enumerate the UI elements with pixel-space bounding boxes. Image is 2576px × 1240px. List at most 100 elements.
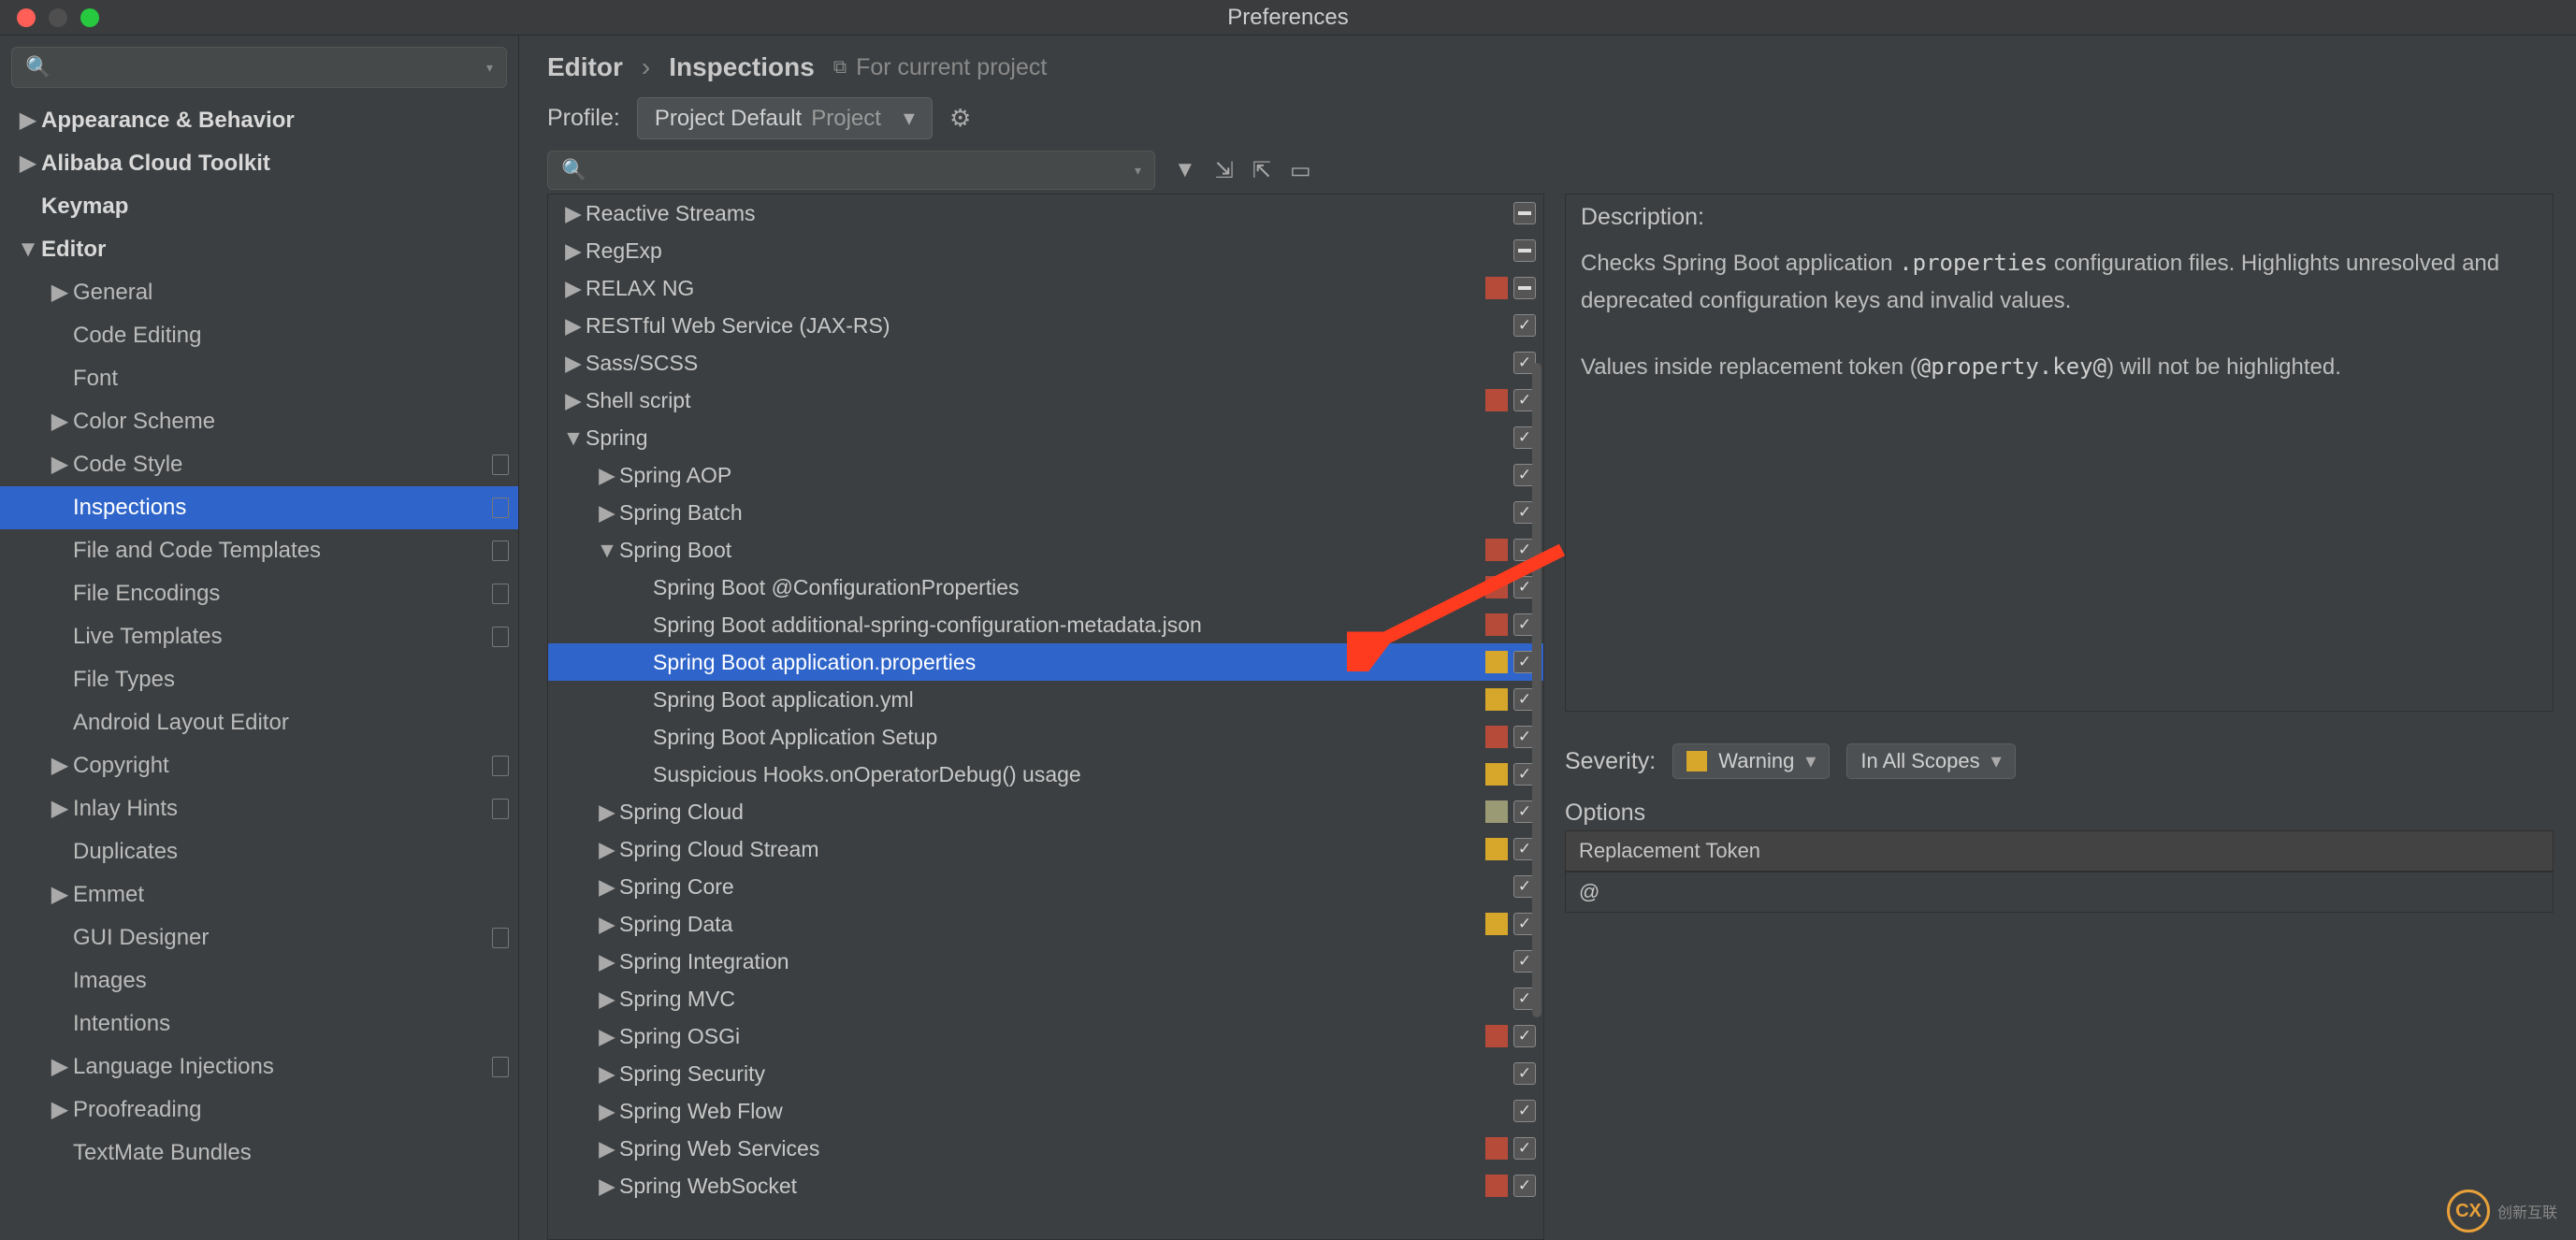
- inspection-item[interactable]: Spring Boot @ConfigurationProperties✓: [548, 569, 1543, 606]
- sidebar-item-file-and-code-templates[interactable]: File and Code Templates: [0, 529, 518, 572]
- checkbox-on[interactable]: ✓: [1513, 1175, 1536, 1197]
- sidebar-item-label: Intentions: [73, 1005, 509, 1043]
- inspection-item[interactable]: ▶RELAX NG: [548, 269, 1543, 307]
- inspection-item[interactable]: ▶Spring MVC✓: [548, 980, 1543, 1017]
- inspection-item[interactable]: ▶Spring Core✓: [548, 868, 1543, 905]
- filter-icon[interactable]: ▼: [1174, 157, 1196, 183]
- expand-arrow-icon: ▶: [595, 837, 619, 862]
- inspection-search[interactable]: 🔍 ▾: [547, 151, 1155, 190]
- minimize-window-button[interactable]: [49, 8, 67, 27]
- expand-all-icon[interactable]: ⇲: [1215, 157, 1234, 184]
- checkbox-on[interactable]: ✓: [1513, 1100, 1536, 1122]
- inspection-item[interactable]: ▶Spring Web Flow✓: [548, 1092, 1543, 1130]
- inspection-item[interactable]: ▶Spring Data✓: [548, 905, 1543, 943]
- sidebar-item-editor[interactable]: ▼Editor: [0, 228, 518, 271]
- inspection-item[interactable]: ▶Spring WebSocket✓: [548, 1167, 1543, 1204]
- sidebar-item-android-layout-editor[interactable]: Android Layout Editor: [0, 701, 518, 744]
- project-scope-icon: [492, 1057, 509, 1077]
- sidebar-search[interactable]: 🔍 ▾: [11, 47, 507, 88]
- sidebar-item-label: Color Scheme: [73, 403, 509, 440]
- sidebar-item-live-templates[interactable]: Live Templates: [0, 615, 518, 658]
- inspection-item[interactable]: ▶Shell script✓: [548, 382, 1543, 419]
- sidebar-item-file-types[interactable]: File Types: [0, 658, 518, 701]
- sidebar-item-copyright[interactable]: ▶Copyright: [0, 744, 518, 787]
- sidebar-item-appearance-behavior[interactable]: ▶Appearance & Behavior: [0, 99, 518, 142]
- breadcrumb: Editor › Inspections ⧉ For current proje…: [547, 43, 2554, 97]
- inspection-item[interactable]: Spring Boot additional-spring-configurat…: [548, 606, 1543, 643]
- sidebar-item-code-editing[interactable]: Code Editing: [0, 314, 518, 357]
- sidebar-item-intentions[interactable]: Intentions: [0, 1002, 518, 1045]
- sidebar-search-input[interactable]: [58, 57, 479, 79]
- sidebar-item-proofreading[interactable]: ▶Proofreading: [0, 1089, 518, 1132]
- inspection-item[interactable]: ▶Spring OSGi✓: [548, 1017, 1543, 1055]
- project-scope-icon: [492, 756, 509, 776]
- scope-select[interactable]: In All Scopes ▾: [1846, 743, 2015, 779]
- inspection-item[interactable]: ▶Sass/SCSS✓: [548, 344, 1543, 382]
- profile-select[interactable]: Project Default Project ▾: [637, 97, 933, 139]
- collapse-all-icon[interactable]: ⇱: [1252, 157, 1271, 184]
- inspection-item[interactable]: ▶RegExp: [548, 232, 1543, 269]
- sidebar-item-language-injections[interactable]: ▶Language Injections: [0, 1045, 518, 1089]
- inspection-item[interactable]: ▶RESTful Web Service (JAX-RS)✓: [548, 307, 1543, 344]
- gear-icon[interactable]: ⚙: [949, 104, 971, 133]
- sidebar-item-duplicates[interactable]: Duplicates: [0, 830, 518, 873]
- close-window-button[interactable]: [17, 8, 36, 27]
- sidebar-item-code-style[interactable]: ▶Code Style: [0, 443, 518, 486]
- option-replacement-token-value[interactable]: @: [1565, 872, 2554, 913]
- chevron-down-icon: ▾: [1991, 749, 2002, 773]
- inspection-item[interactable]: ▶Spring Web Services✓: [548, 1130, 1543, 1167]
- checkbox-on[interactable]: ✓: [1513, 1062, 1536, 1085]
- inspection-item[interactable]: Spring Boot Application Setup✓: [548, 718, 1543, 756]
- sidebar-item-file-encodings[interactable]: File Encodings: [0, 572, 518, 615]
- checkbox-on[interactable]: ✓: [1513, 1025, 1536, 1047]
- sidebar-item-images[interactable]: Images: [0, 959, 518, 1002]
- inspection-label: Spring OSGi: [619, 1024, 1480, 1049]
- inspection-item[interactable]: Spring Boot application.properties✓: [548, 643, 1543, 681]
- inspection-item[interactable]: ▼Spring✓: [548, 419, 1543, 456]
- inspection-item[interactable]: ▶Reactive Streams: [548, 195, 1543, 232]
- sidebar-item-color-scheme[interactable]: ▶Color Scheme: [0, 400, 518, 443]
- severity-swatch: [1485, 763, 1508, 786]
- severity-select[interactable]: Warning ▾: [1672, 743, 1830, 779]
- inspection-item[interactable]: ▶Spring Integration✓: [548, 943, 1543, 980]
- inspection-item[interactable]: Spring Boot application.yml✓: [548, 681, 1543, 718]
- sidebar-item-inspections[interactable]: Inspections: [0, 486, 518, 529]
- sidebar-item-inlay-hints[interactable]: ▶Inlay Hints: [0, 787, 518, 830]
- sidebar-tree: ▶Appearance & Behavior▶Alibaba Cloud Too…: [0, 99, 518, 1240]
- checkbox-mixed[interactable]: [1513, 202, 1536, 224]
- scrollbar[interactable]: [1532, 363, 1541, 1017]
- inspection-item[interactable]: ▼Spring Boot✓: [548, 531, 1543, 569]
- description-heading: Description:: [1581, 204, 2538, 231]
- inspection-item[interactable]: ▶Spring AOP✓: [548, 456, 1543, 494]
- zoom-window-button[interactable]: [80, 8, 99, 27]
- project-scope-icon: [492, 454, 509, 475]
- checkbox-on[interactable]: ✓: [1513, 1137, 1536, 1160]
- toggle-panel-icon[interactable]: ▭: [1290, 157, 1311, 184]
- inspection-item[interactable]: ▶Spring Security✓: [548, 1055, 1543, 1092]
- checkbox-mixed[interactable]: [1513, 239, 1536, 262]
- checkbox-mixed[interactable]: [1513, 277, 1536, 299]
- breadcrumb-editor[interactable]: Editor: [547, 52, 623, 82]
- inspection-label: Spring Boot additional-spring-configurat…: [653, 613, 1480, 638]
- inspection-item[interactable]: Suspicious Hooks.onOperatorDebug() usage…: [548, 756, 1543, 793]
- sidebar-item-label: Inspections: [73, 489, 486, 526]
- inspection-item[interactable]: ▶Spring Cloud✓: [548, 793, 1543, 830]
- sidebar-item-emmet[interactable]: ▶Emmet: [0, 873, 518, 916]
- sidebar-item-font[interactable]: Font: [0, 357, 518, 400]
- checkbox-on[interactable]: ✓: [1513, 314, 1536, 337]
- expand-arrow-icon: ▶: [47, 274, 73, 311]
- inspection-item[interactable]: ▶Spring Cloud Stream✓: [548, 830, 1543, 868]
- sidebar-item-label: File Encodings: [73, 575, 486, 613]
- sidebar-item-textmate-bundles[interactable]: TextMate Bundles: [0, 1132, 518, 1175]
- inspection-label: RegExp: [586, 238, 1480, 264]
- main-panel: Editor › Inspections ⧉ For current proje…: [519, 36, 2576, 1240]
- chevron-down-icon: ▾: [1805, 749, 1816, 773]
- sidebar-item-label: File and Code Templates: [73, 532, 486, 570]
- sidebar-item-alibaba-cloud-toolkit[interactable]: ▶Alibaba Cloud Toolkit: [0, 142, 518, 185]
- sidebar-item-gui-designer[interactable]: GUI Designer: [0, 916, 518, 959]
- inspection-item[interactable]: ▶Spring Batch✓: [548, 494, 1543, 531]
- sidebar-item-keymap[interactable]: Keymap: [0, 185, 518, 228]
- sidebar-item-general[interactable]: ▶General: [0, 271, 518, 314]
- expand-arrow-icon: ▶: [595, 500, 619, 526]
- inspection-search-input[interactable]: [594, 160, 1127, 181]
